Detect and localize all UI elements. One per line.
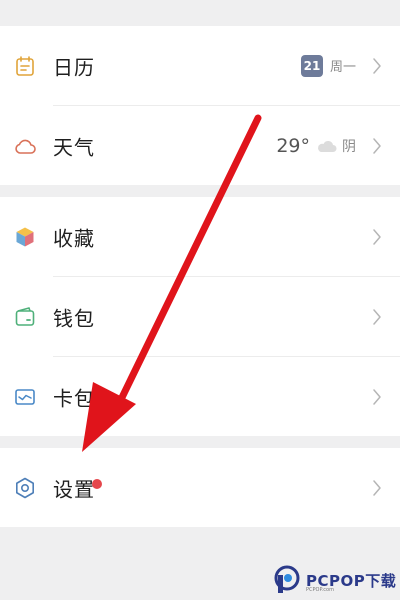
weather-condition: 阴 bbox=[342, 138, 356, 155]
cloud-icon bbox=[15, 139, 36, 154]
group-tools: 日历 21 周一 天气 29° 阴 bbox=[0, 26, 400, 185]
menu-item-settings-label: 设置 bbox=[53, 477, 95, 501]
menu-item-cards[interactable]: 卡包 bbox=[0, 357, 400, 436]
watermark: PCPOP下载 PCPOP.com bbox=[274, 562, 400, 598]
weekday-label: 周一 bbox=[329, 60, 356, 75]
chevron-right-icon bbox=[373, 137, 381, 154]
section-gap bbox=[0, 436, 400, 448]
menu-item-calendar[interactable]: 日历 21 周一 bbox=[0, 26, 400, 105]
weather-cloud-icon bbox=[318, 140, 337, 152]
chevron-right-icon bbox=[373, 57, 381, 74]
gear-icon bbox=[16, 477, 34, 498]
menu-item-wallet[interactable]: 钱包 bbox=[0, 277, 400, 356]
group-assets: 收藏 钱包 卡包 bbox=[0, 197, 400, 436]
chevron-right-icon bbox=[373, 479, 381, 496]
date-badge: 21 bbox=[300, 54, 323, 77]
menu-item-favorites[interactable]: 收藏 bbox=[0, 197, 400, 276]
chevron-right-icon bbox=[373, 308, 381, 325]
wallet-icon bbox=[15, 306, 35, 326]
weather-info: 29° 阴 bbox=[276, 135, 356, 157]
top-gap bbox=[0, 0, 400, 26]
group-settings: 设置 bbox=[0, 448, 400, 527]
chevron-right-icon bbox=[373, 388, 381, 405]
menu-item-weather-label: 天气 bbox=[53, 135, 95, 159]
temperature: 29° bbox=[276, 134, 310, 157]
watermark-sub: PCPOP.com bbox=[306, 587, 334, 593]
notification-dot bbox=[92, 479, 102, 489]
section-gap bbox=[0, 185, 400, 197]
chevron-right-icon bbox=[373, 228, 381, 245]
cube-icon bbox=[16, 227, 34, 246]
pcpop-logo-icon bbox=[274, 565, 300, 593]
menu-item-wallet-label: 钱包 bbox=[53, 306, 95, 330]
calendar-info: 21 周一 bbox=[300, 54, 356, 77]
calendar-icon bbox=[16, 55, 34, 76]
menu-item-calendar-label: 日历 bbox=[53, 55, 95, 79]
menu-item-cards-label: 卡包 bbox=[53, 386, 95, 410]
card-icon bbox=[15, 388, 35, 405]
menu-item-favorites-label: 收藏 bbox=[53, 226, 95, 250]
menu-item-settings[interactable]: 设置 bbox=[0, 448, 400, 527]
menu-item-weather[interactable]: 天气 29° 阴 bbox=[0, 106, 400, 185]
